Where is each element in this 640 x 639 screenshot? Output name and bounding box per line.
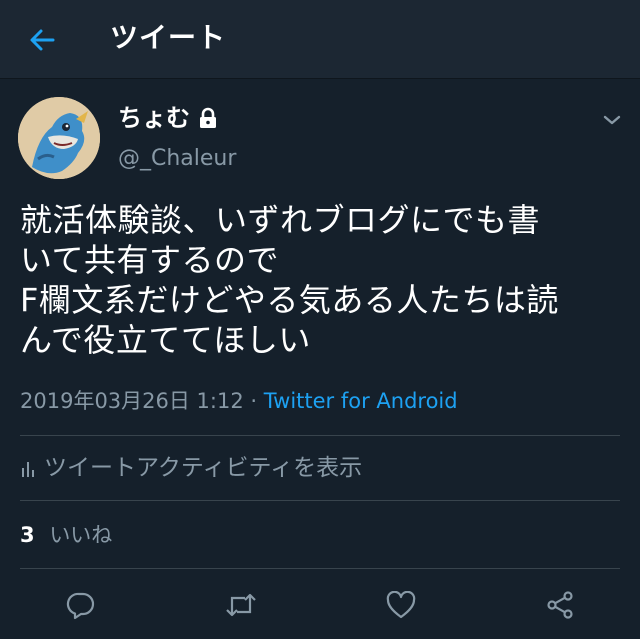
share-button[interactable] (543, 588, 577, 622)
likes-label: いいね (49, 523, 113, 547)
more-options-button[interactable] (600, 108, 624, 132)
divider (20, 500, 620, 501)
retweet-icon (226, 593, 256, 617)
tweet-detail-screen: ツイート ちょむ @_Chaleur 就活体験談、いずれブログにでも書 いて共有… (0, 0, 640, 639)
tweet-source-link[interactable]: Twitter for Android (264, 389, 458, 413)
meta-separator: · (250, 389, 258, 413)
tweet-meta: 2019年03月26日 1:12 · Twitter for Android (20, 386, 458, 416)
likes-summary[interactable]: 3 いいね (20, 520, 112, 550)
heart-icon (386, 591, 416, 619)
top-app-bar: ツイート (0, 0, 640, 79)
divider (20, 435, 620, 436)
view-tweet-activity-button[interactable]: ツイートアクティビティを表示 (20, 452, 362, 484)
user-handle[interactable]: @_Chaleur (118, 144, 236, 174)
arrow-left-icon (30, 29, 55, 51)
likes-count: 3 (20, 523, 35, 547)
retweet-button[interactable] (224, 588, 258, 622)
reply-button[interactable] (64, 588, 98, 622)
display-name-text: ちょむ (118, 104, 190, 132)
tweet-timestamp: 2019年03月26日 1:12 (20, 389, 244, 413)
page-title: ツイート (110, 21, 227, 54)
avatar-image (18, 97, 100, 179)
bar-chart-icon (22, 462, 34, 477)
display-name[interactable]: ちょむ (118, 102, 218, 134)
lock-icon (200, 107, 216, 128)
avatar[interactable] (18, 97, 100, 179)
like-button[interactable] (384, 588, 418, 622)
activity-label: ツイートアクティビティを表示 (44, 455, 363, 481)
tweet-text: 就活体験談、いずれブログにでも書 いて共有するので F欄文系だけどやる気ある人た… (20, 201, 559, 359)
back-button[interactable] (24, 22, 60, 58)
divider (20, 568, 620, 569)
share-icon (547, 591, 573, 619)
chevron-down-icon (603, 115, 621, 125)
reply-icon (66, 592, 95, 620)
